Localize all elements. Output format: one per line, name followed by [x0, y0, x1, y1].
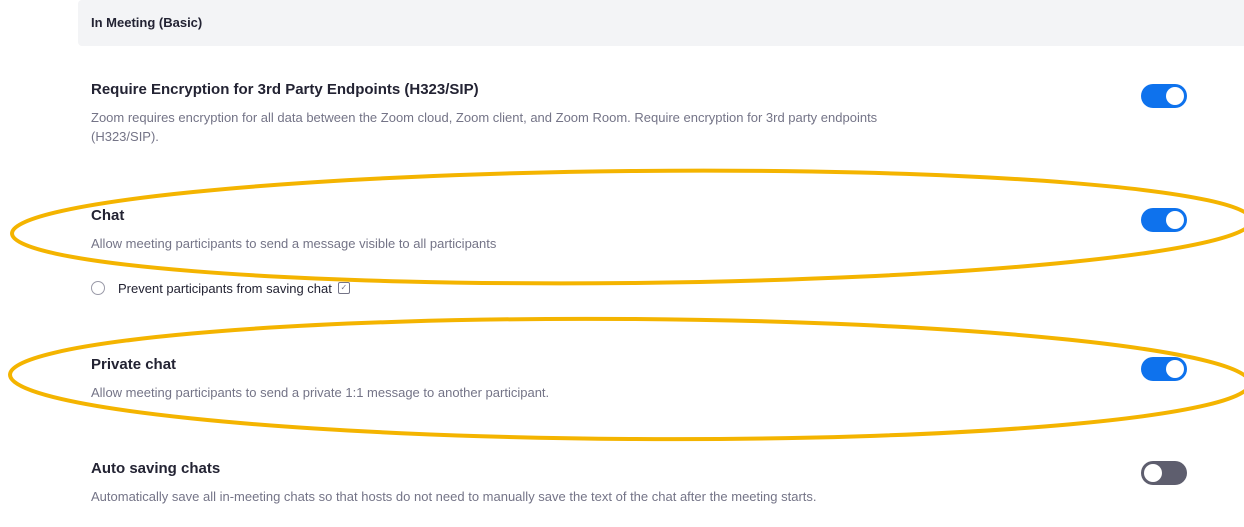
- setting-title: Auto saving chats: [91, 460, 221, 477]
- setting-encryption-3rd-party: Require Encryption for 3rd Party Endpoin…: [91, 81, 1131, 146]
- toggle-knob: [1166, 360, 1184, 378]
- setting-description: Allow meeting participants to send a pri…: [91, 385, 550, 400]
- toggle-knob: [1144, 464, 1162, 482]
- setting-auto-saving-chats: Auto saving chats Automatically save all…: [91, 460, 1131, 506]
- prevent-saving-chat-option: Prevent participants from saving chat ✓: [91, 279, 350, 297]
- toggle-knob: [1166, 211, 1184, 229]
- setting-description: Zoom requires encryption for all data be…: [91, 110, 878, 144]
- chat-toggle[interactable]: [1141, 208, 1187, 232]
- toggle-knob: [1166, 87, 1184, 105]
- setting-chat: Chat Allow meeting participants to send …: [91, 207, 1131, 253]
- setting-description: Allow meeting participants to send a mes…: [91, 236, 497, 251]
- setting-title: Require Encryption for 3rd Party Endpoin…: [91, 81, 479, 98]
- setting-title: Chat: [91, 207, 125, 224]
- highlight-overlay: [8, 168, 1244, 442]
- section-title: In Meeting (Basic): [91, 15, 203, 30]
- info-icon[interactable]: ✓: [337, 282, 350, 294]
- auto-saving-chats-toggle[interactable]: [1141, 461, 1187, 485]
- setting-title: Private chat: [91, 356, 177, 373]
- prevent-saving-chat-checkbox[interactable]: [91, 281, 105, 295]
- settings-page: In Meeting (Basic) Require Encryption fo…: [0, 0, 1244, 527]
- setting-private-chat: Private chat Allow meeting participants …: [91, 356, 1131, 402]
- private-chat-toggle[interactable]: [1141, 357, 1187, 381]
- prevent-saving-chat-label: Prevent participants from saving chat: [118, 280, 332, 296]
- section-header: In Meeting (Basic): [78, 0, 1244, 46]
- setting-description: Automatically save all in-meeting chats …: [91, 489, 817, 504]
- encryption-3rd-party-toggle[interactable]: [1141, 84, 1187, 108]
